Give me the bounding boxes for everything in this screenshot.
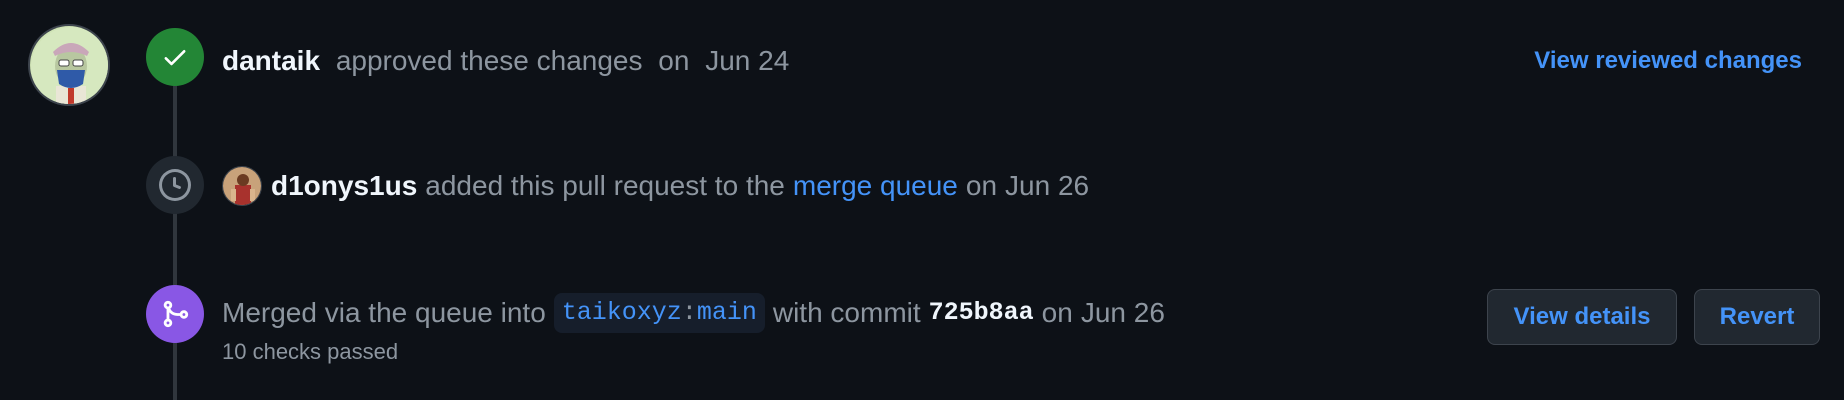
branch-separator: : <box>681 298 697 327</box>
with-commit-text: with commit <box>772 297 921 328</box>
merged-event: Merged via the queue into taikoxyz: main … <box>222 293 1165 333</box>
approved-date[interactable]: Jun 24 <box>705 45 789 76</box>
merged-text: Merged via the queue into <box>222 297 546 328</box>
target-branch[interactable]: taikoxyz: main <box>553 293 765 333</box>
queue-user-avatar[interactable] <box>222 166 262 206</box>
reviewer-avatar-image <box>30 26 108 104</box>
clock-icon <box>159 169 191 201</box>
view-details-button[interactable]: View details <box>1487 289 1677 345</box>
approved-text: approved these changes <box>335 45 643 76</box>
reviewer-username[interactable]: dantaik <box>222 45 320 76</box>
commit-sha[interactable]: 725b8aa <box>929 296 1034 330</box>
queue-date[interactable]: Jun 26 <box>1005 169 1089 203</box>
branch-repo: taikoxyz <box>561 298 682 327</box>
git-merge-icon <box>163 300 189 328</box>
checks-status: 10 checks passed <box>222 339 399 364</box>
date-prefix: on <box>1041 297 1073 328</box>
queue-username[interactable]: d1onys1us <box>271 169 417 203</box>
queue-user-avatar-image <box>223 167 261 205</box>
merged-badge <box>146 285 204 343</box>
reviewer-avatar[interactable] <box>28 24 110 106</box>
branch-name: main <box>696 298 757 327</box>
merge-queue-event: d1onys1us added this pull request to the… <box>222 166 1089 206</box>
timeline-line <box>173 84 177 400</box>
date-prefix: on <box>658 45 690 76</box>
view-reviewed-changes-link[interactable]: View reviewed changes <box>1534 47 1802 75</box>
revert-button[interactable]: Revert <box>1694 289 1820 345</box>
queue-text: added this pull request to the <box>425 170 785 201</box>
merge-queue-link[interactable]: merge queue <box>793 169 958 203</box>
approved-badge <box>146 28 204 86</box>
approved-event: dantaik approved these changes on Jun 24 <box>222 44 789 78</box>
queue-badge <box>146 156 204 214</box>
date-prefix: on <box>965 170 998 201</box>
merged-date[interactable]: Jun 26 <box>1081 296 1165 330</box>
check-icon <box>164 50 186 66</box>
